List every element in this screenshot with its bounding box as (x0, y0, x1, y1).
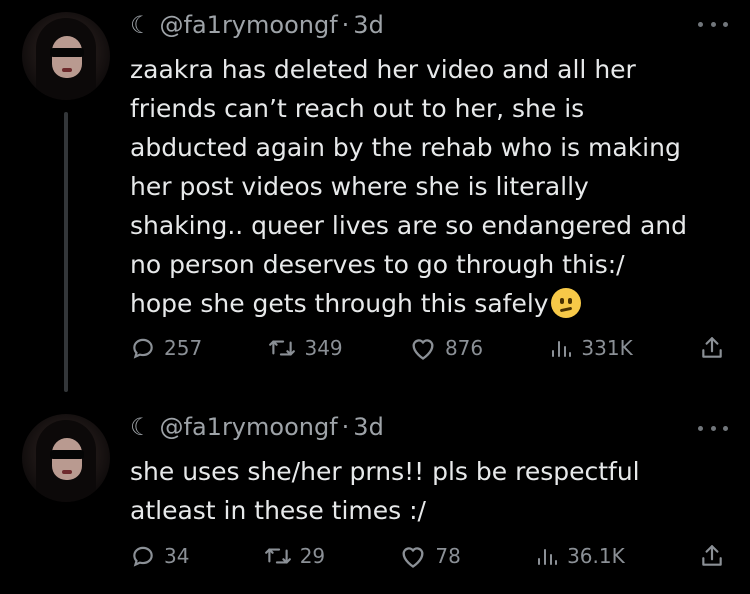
heart-icon (412, 339, 434, 360)
tweet-text-line: friends can’t reach out to her, she is (130, 94, 585, 123)
share-icon (702, 545, 722, 566)
moon-glyph: ☾ (130, 11, 152, 39)
tweet-text-line: atleast in these times :/ (130, 496, 426, 525)
reply-count: 257 (164, 336, 203, 360)
views-count: 331K (581, 336, 633, 360)
tweet-text-line: she uses she/her prns!! pls be respectfu… (130, 457, 640, 486)
tweet-header: ☾ @fa1rymoongf · 3d (130, 10, 384, 40)
retweet-icon (264, 548, 291, 564)
reply-icon (133, 338, 153, 359)
retweet-count: 349 (304, 336, 343, 360)
like-button[interactable]: 876 (409, 335, 483, 361)
like-count: 876 (444, 336, 484, 360)
tweet-text-line: her post videos where she is literally (130, 172, 589, 201)
views-button[interactable]: 331K (549, 336, 633, 360)
thread-line (64, 112, 68, 392)
share-button[interactable] (699, 543, 725, 569)
user-handle[interactable]: @fa1rymoongf (160, 11, 338, 39)
user-handle[interactable]: @fa1rymoongf (160, 413, 338, 441)
more-options-icon[interactable] (698, 418, 728, 438)
tweet-text-fragment: hope she gets through this safely (130, 289, 549, 318)
tweet-text-line: shaking.. queer lives are so endangered … (130, 211, 688, 240)
tweet-text-line: no person deserves to go through this:/ (130, 250, 625, 279)
retweet-button[interactable]: 29 (264, 543, 325, 569)
separator-dot: · (341, 11, 350, 39)
tweet-text: she uses she/her prns!! pls be respectfu… (130, 452, 730, 530)
share-button[interactable] (699, 335, 725, 361)
avatar[interactable] (22, 414, 110, 502)
reply-count: 34 (164, 544, 190, 568)
views-count: 36.1K (567, 544, 625, 568)
reply-icon (133, 546, 153, 567)
reply-button[interactable]: 257 (130, 335, 202, 361)
timestamp[interactable]: 3d (353, 11, 384, 39)
more-options-icon[interactable] (698, 14, 728, 34)
like-count: 78 (435, 544, 461, 568)
heart-icon (402, 547, 424, 568)
like-button[interactable]: 78 (399, 543, 461, 569)
tweet-text: zaakra has deleted her video and all her… (130, 50, 730, 323)
tweet-text-line: hope she gets through this safely (130, 284, 730, 323)
reply-button[interactable]: 34 (130, 543, 189, 569)
tweet[interactable]: ☾ @fa1rymoongf · 3d zaakra has deleted h… (0, 0, 750, 398)
timestamp[interactable]: 3d (353, 413, 384, 441)
tweet-text-line: abducted again by the rehab who is makin… (130, 133, 681, 162)
separator-dot: · (341, 413, 350, 441)
action-bar: 257 349 876 331K (130, 333, 725, 363)
share-icon (702, 337, 722, 358)
retweet-icon (269, 340, 296, 356)
avatar[interactable] (22, 12, 110, 100)
tweet-header: ☾ @fa1rymoongf · 3d (130, 412, 384, 442)
views-icon (538, 549, 558, 565)
retweet-button[interactable]: 349 (268, 335, 343, 361)
tweet[interactable]: ☾ @fa1rymoongf · 3d she uses she/her prn… (0, 398, 750, 594)
confused-face-icon (550, 288, 581, 318)
views-button[interactable]: 36.1K (535, 544, 625, 568)
views-icon (552, 341, 572, 357)
moon-glyph: ☾ (130, 413, 152, 441)
action-bar: 34 29 78 36.1K (130, 541, 725, 571)
tweet-text-line: zaakra has deleted her video and all her (130, 55, 636, 84)
retweet-count: 29 (299, 544, 326, 568)
